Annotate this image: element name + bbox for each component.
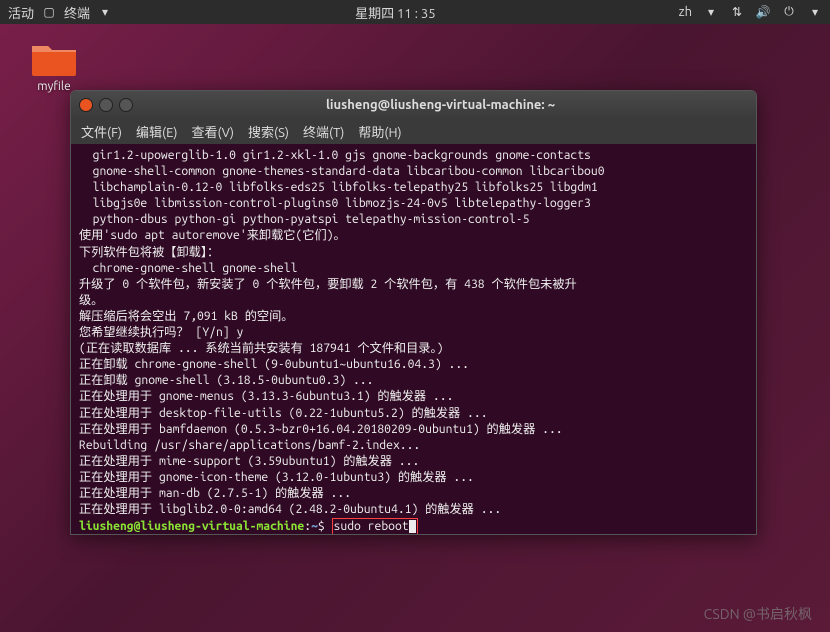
- ime-dropdown-icon[interactable]: ▾: [704, 5, 718, 19]
- folder-icon: [30, 38, 78, 78]
- desktop-folder[interactable]: myfile: [28, 38, 80, 93]
- prompt-dollar: $: [318, 520, 325, 533]
- terminal-output-line: python-dbus python-gi python-pyatspi tel…: [79, 213, 529, 226]
- terminal-output-line: gnome-shell-common gnome-themes-standard…: [79, 165, 605, 178]
- terminal-output-line: 您希望继续执行吗？ [Y/n] y: [79, 326, 243, 339]
- window-title: liusheng@liusheng-virtual-machine: ~: [133, 98, 748, 112]
- csdn-watermark: CSDN @书启秋枫: [704, 604, 812, 624]
- terminal-output-line: 级。: [79, 294, 103, 307]
- terminal-output-line: 正在处理用于 bamfdaemon (0.5.3~bzr0+16.04.2018…: [79, 423, 563, 436]
- activities-button[interactable]: 活动: [8, 3, 34, 22]
- menu-edit[interactable]: 编辑(E): [136, 122, 177, 141]
- app-label: 终端: [64, 3, 90, 22]
- dropdown-icon[interactable]: ▾: [98, 5, 112, 19]
- volume-icon[interactable]: 🔊: [756, 5, 770, 19]
- terminal-output-line: Rebuilding /usr/share/applications/bamf-…: [79, 439, 420, 452]
- terminal-output-line: chrome-gnome-shell gnome-shell: [79, 262, 297, 275]
- maximize-button[interactable]: [119, 98, 133, 112]
- ime-indicator[interactable]: zh: [679, 5, 692, 19]
- prompt-path: ~: [311, 520, 318, 533]
- minimize-button[interactable]: [99, 98, 113, 112]
- terminal-output-line: 解压缩后将会空出 7,091 kB 的空间。: [79, 310, 294, 323]
- terminal-output-line: gir1.2-upowerglib-1.0 gir1.2-xkl-1.0 gjs…: [79, 149, 591, 162]
- terminal-output-line: (正在读取数据库 ... 系统当前共安装有 187941 个文件和目录。): [79, 342, 443, 355]
- terminal-output-line: 正在处理用于 man-db (2.7.5-1) 的触发器 ...: [79, 487, 351, 500]
- network-icon[interactable]: ⇅: [730, 5, 744, 19]
- terminal-window[interactable]: liusheng@liusheng-virtual-machine: ~ 文件(…: [70, 90, 757, 535]
- desktop-folder-label: myfile: [37, 80, 70, 93]
- menu-terminal[interactable]: 终端(T): [303, 122, 344, 141]
- terminal-output-line: 正在处理用于 mime-support (3.59ubuntu1) 的触发器 .…: [79, 455, 419, 468]
- menu-view[interactable]: 查看(V): [192, 122, 234, 141]
- terminal-output-line: libchamplain-0.12-0 libfolks-eds25 libfo…: [79, 181, 598, 194]
- terminal-output-line: libgjs0e libmission-control-plugins0 lib…: [79, 197, 591, 210]
- cursor: [409, 520, 416, 533]
- close-button[interactable]: [79, 98, 93, 112]
- terminal-menubar: 文件(F) 编辑(E) 查看(V) 搜索(S) 终端(T) 帮助(H): [71, 119, 756, 144]
- typed-command: sudo reboot: [334, 520, 409, 533]
- terminal-output-line: 下列软件包将被【卸载】：: [79, 246, 219, 259]
- power-icon[interactable]: ⏻: [782, 5, 796, 19]
- terminal-output-line: 正在处理用于 libglib2.0-0:amd64 (2.48.2-0ubunt…: [79, 503, 501, 516]
- terminal-output-line: 升级了 0 个软件包，新安装了 0 个软件包，要卸载 2 个软件包，有 438 …: [79, 278, 577, 291]
- terminal-output-line: 正在卸载 chrome-gnome-shell (9-0ubuntu1~ubun…: [79, 358, 469, 371]
- menu-file[interactable]: 文件(F): [81, 122, 122, 141]
- window-titlebar[interactable]: liusheng@liusheng-virtual-machine: ~: [71, 91, 756, 119]
- terminal-output-line: 正在处理用于 desktop-file-utils (0.22-1ubuntu5…: [79, 407, 488, 420]
- clock[interactable]: 星期四 11 : 35: [112, 3, 679, 22]
- terminal-output-line: 正在卸载 gnome-shell (3.18.5-0ubuntu0.3) ...: [79, 374, 373, 387]
- menu-help[interactable]: 帮助(H): [358, 122, 401, 141]
- system-dropdown-icon[interactable]: ▾: [808, 5, 822, 19]
- terminal-output-line: 使用'sudo apt autoremove'来卸载它(它们)。: [79, 229, 346, 242]
- prompt-user-host: liusheng@liusheng-virtual-machine: [79, 520, 304, 533]
- menu-search[interactable]: 搜索(S): [248, 122, 289, 141]
- terminal-output-line: 正在处理用于 gnome-menus (3.13.3-6ubuntu3.1) 的…: [79, 390, 453, 403]
- gnome-topbar: 活动 ▢ 终端 ▾ 星期四 11 : 35 zh ▾ ⇅ 🔊 ⏻ ▾: [0, 0, 830, 24]
- command-highlight-box: sudo reboot: [332, 518, 418, 535]
- terminal-app-icon: ▢: [42, 5, 56, 19]
- terminal-output-line: 正在处理用于 gnome-icon-theme (3.12.0-1ubuntu3…: [79, 471, 474, 484]
- terminal-body[interactable]: gir1.2-upowerglib-1.0 gir1.2-xkl-1.0 gjs…: [71, 144, 756, 535]
